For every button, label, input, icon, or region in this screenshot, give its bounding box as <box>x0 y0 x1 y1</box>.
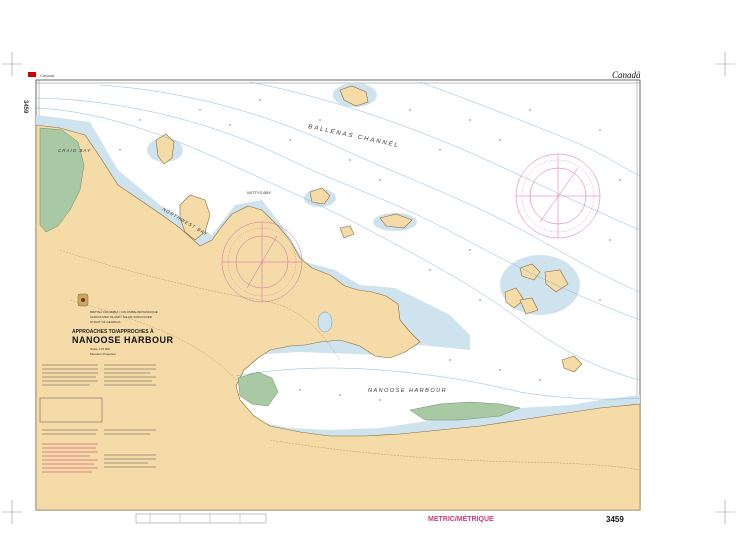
label-wittys-bay: WITTYS BAY <box>247 190 271 195</box>
inland-lake <box>317 311 333 333</box>
title-line1: APPROACHES TO/APPROCHES À <box>72 328 154 335</box>
side-chart-number: 3459 <box>22 100 28 114</box>
title-projection: Mercator Projection <box>90 352 116 356</box>
title-line2: NANOOSE HARBOUR <box>72 335 174 345</box>
title-region: BRITISH COLUMBIA / COLOMBIE-BRITANNIQUE <box>90 310 158 314</box>
title-strait: STRAIT OF GEORGIA <box>90 320 120 324</box>
canada-wordmark: Canadä <box>612 70 641 80</box>
label-craig-bay: CRAIG BAY <box>58 148 91 153</box>
canada-flag-icon <box>28 72 36 77</box>
footer-chart-number: 3459 <box>606 515 624 524</box>
metric-label: METRIC/MÉTRIQUE <box>428 514 494 523</box>
label-nanoose-harbour: NANOOSE HARBOUR <box>368 388 447 394</box>
title-scale: Scale 1:15 000 <box>90 347 110 351</box>
title-subregion: VANCOUVER ISLAND / ÎLE DE VANCOUVER <box>90 314 153 319</box>
nautical-chart: Canada Canadä BALLENAS CHANNEL CRAIG BAY… <box>0 0 737 538</box>
coat-of-arms-icon <box>77 293 89 307</box>
agency-label: Canada <box>40 73 55 78</box>
